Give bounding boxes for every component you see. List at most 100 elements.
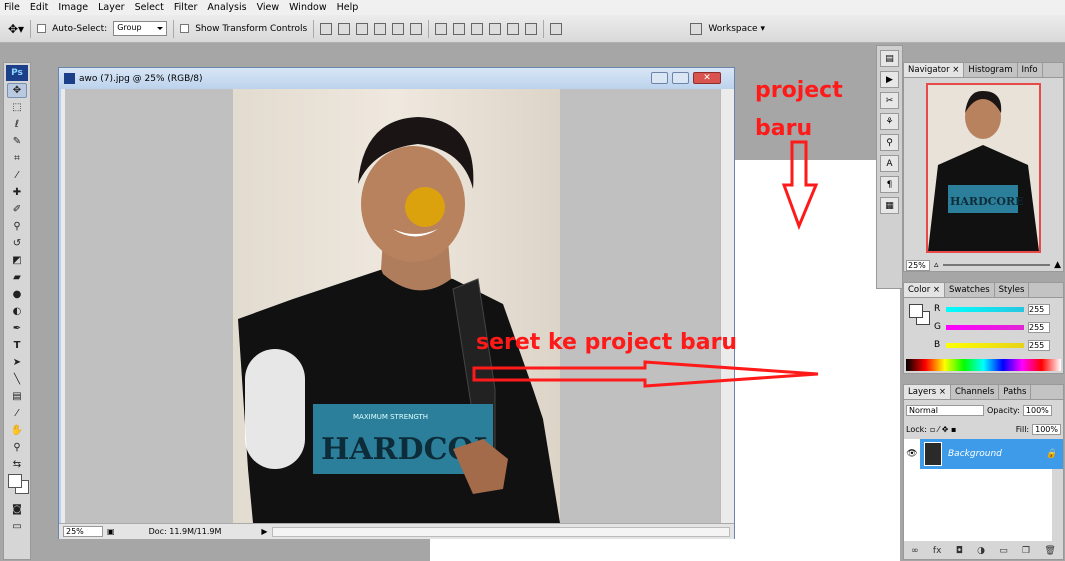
tools-presets-icon[interactable]: ✂ <box>880 92 899 109</box>
horizontal-scrollbar[interactable] <box>271 526 730 537</box>
status-arrow-icon[interactable]: ▶ <box>261 527 267 536</box>
eyedropper-tool-icon[interactable]: ⁄ <box>7 168 27 183</box>
tab-channels[interactable]: Channels <box>951 385 1000 399</box>
auto-select-checkbox[interactable] <box>37 24 47 33</box>
tab-styles[interactable]: Styles <box>995 283 1030 297</box>
menu-help[interactable]: Help <box>337 2 359 13</box>
blend-mode-dropdown[interactable]: Normal <box>906 404 984 416</box>
distribute-vcenter-icon[interactable] <box>453 22 466 35</box>
align-bottom-icon[interactable] <box>356 22 369 35</box>
lock-icons[interactable]: ▫ ⁄ ✥ ▪ <box>930 425 970 434</box>
history-icon[interactable]: ▤ <box>880 50 899 67</box>
menu-file[interactable]: File <box>4 2 20 13</box>
tab-info[interactable]: Info <box>1018 63 1043 77</box>
brushes-icon[interactable]: ⚘ <box>880 113 899 130</box>
g-slider[interactable] <box>946 324 1024 330</box>
quick-select-icon[interactable]: ✎ <box>7 134 27 149</box>
move-tool-icon[interactable]: ✥▾ <box>8 22 24 36</box>
navigator-zoom-field[interactable]: 25% <box>906 259 930 271</box>
distribute-top-icon[interactable] <box>435 22 448 35</box>
menu-layer[interactable]: Layer <box>98 2 125 13</box>
b-slider[interactable] <box>946 342 1024 348</box>
tab-histogram[interactable]: Histogram <box>964 63 1018 77</box>
pen-tool-icon[interactable]: ✒ <box>7 321 27 336</box>
paragraph-icon[interactable]: ¶ <box>880 176 899 193</box>
layer-style-icon[interactable]: fx <box>933 546 942 556</box>
zoom-slider[interactable] <box>942 264 1051 266</box>
gradient-tool-icon[interactable]: ▰ <box>7 270 27 285</box>
distribute-left-icon[interactable] <box>489 22 502 35</box>
layer-mask-icon[interactable]: ◘ <box>956 546 963 556</box>
menu-filter[interactable]: Filter <box>174 2 198 13</box>
character-icon[interactable]: A <box>880 155 899 172</box>
menu-analysis[interactable]: Analysis <box>207 2 246 13</box>
r-slider[interactable] <box>946 306 1024 312</box>
stamp-tool-icon[interactable]: ⚲ <box>7 219 27 234</box>
tab-color[interactable]: Color × <box>904 283 946 297</box>
show-transform-checkbox[interactable] <box>180 24 190 33</box>
tab-navigator[interactable]: Navigator × <box>904 63 965 77</box>
brush-tool-icon[interactable]: ✐ <box>7 202 27 217</box>
status-icon[interactable]: ▣ <box>107 527 115 536</box>
vertical-scrollbar[interactable] <box>720 89 734 523</box>
auto-align-icon[interactable] <box>550 22 563 35</box>
clone-source-icon[interactable]: ⚲ <box>880 134 899 151</box>
visibility-eye-icon[interactable]: 👁 <box>904 449 920 459</box>
layer-row-background[interactable]: 👁 Background 🔒 <box>904 439 1063 469</box>
screen-mode-icon[interactable]: ▭ <box>7 519 27 534</box>
menu-select[interactable]: Select <box>135 2 164 13</box>
b-value[interactable]: 255 <box>1028 339 1050 351</box>
move-tool-icon[interactable]: ✥ <box>7 83 27 98</box>
link-layers-icon[interactable]: ∞ <box>911 546 919 556</box>
fill-field[interactable]: 100% <box>1032 423 1061 435</box>
menu-view[interactable]: View <box>257 2 280 13</box>
maximize-button[interactable] <box>672 72 689 84</box>
zoom-tool-icon[interactable]: ⚲ <box>7 440 27 455</box>
align-right-icon[interactable] <box>410 22 423 35</box>
new-project-canvas[interactable] <box>430 539 900 561</box>
r-value[interactable]: 255 <box>1028 303 1050 315</box>
color-spectrum-bar[interactable] <box>906 359 1061 371</box>
path-select-icon[interactable]: ➤ <box>7 355 27 370</box>
blur-tool-icon[interactable]: ● <box>7 287 27 302</box>
quick-mask-icon[interactable]: ◙ <box>7 502 27 517</box>
foreground-color-swatch[interactable] <box>8 474 22 488</box>
close-button[interactable]: ✕ <box>693 72 721 84</box>
new-layer-icon[interactable]: ❐ <box>1022 546 1030 556</box>
swap-colors-icon[interactable]: ⇆ <box>7 457 27 472</box>
menu-edit[interactable]: Edit <box>30 2 48 13</box>
zoom-field[interactable]: 25% <box>63 526 103 537</box>
opacity-field[interactable]: 100% <box>1022 404 1052 416</box>
dodge-tool-icon[interactable]: ◐ <box>7 304 27 319</box>
bridge-icon[interactable] <box>690 22 703 35</box>
distribute-right-icon[interactable] <box>525 22 538 35</box>
adjustment-layer-icon[interactable]: ◑ <box>977 546 985 556</box>
distribute-bottom-icon[interactable] <box>471 22 484 35</box>
actions-icon[interactable]: ▶ <box>880 71 899 88</box>
zoom-in-icon[interactable]: ▲ <box>1054 260 1061 270</box>
document-canvas[interactable]: MAXIMUM STRENGTH HARDCOI <box>65 89 720 523</box>
zoom-out-icon[interactable]: ▵ <box>934 260 939 270</box>
tab-swatches[interactable]: Swatches <box>945 283 995 297</box>
color-sampler-icon[interactable]: ⁄ <box>7 406 27 421</box>
history-brush-icon[interactable]: ↺ <box>7 236 27 251</box>
hand-tool-icon[interactable]: ✋ <box>7 423 27 438</box>
eraser-tool-icon[interactable]: ◩ <box>7 253 27 268</box>
menu-image[interactable]: Image <box>58 2 88 13</box>
line-tool-icon[interactable]: ╲ <box>7 372 27 387</box>
type-tool-icon[interactable]: T <box>7 338 27 353</box>
document-window[interactable]: awo (7).jpg @ 25% (RGB/8) ✕ MAXIMUM STRE… <box>58 67 735 539</box>
auto-select-dropdown[interactable]: Group <box>113 21 168 36</box>
crop-tool-icon[interactable]: ⌗ <box>7 151 27 166</box>
align-vcenter-icon[interactable] <box>338 22 351 35</box>
healing-tool-icon[interactable]: ✚ <box>7 185 27 200</box>
navigator-preview[interactable]: HARDCORE <box>926 83 1041 253</box>
minimize-button[interactable] <box>651 72 668 84</box>
new-group-icon[interactable]: ▭ <box>999 546 1008 556</box>
g-value[interactable]: 255 <box>1028 321 1050 333</box>
delete-layer-icon[interactable]: 🗑 <box>1044 546 1055 556</box>
layer-name[interactable]: Background <box>948 449 1002 459</box>
workspace-button[interactable]: Workspace ▾ <box>708 24 765 34</box>
align-top-icon[interactable] <box>320 22 333 35</box>
tab-paths[interactable]: Paths <box>999 385 1032 399</box>
